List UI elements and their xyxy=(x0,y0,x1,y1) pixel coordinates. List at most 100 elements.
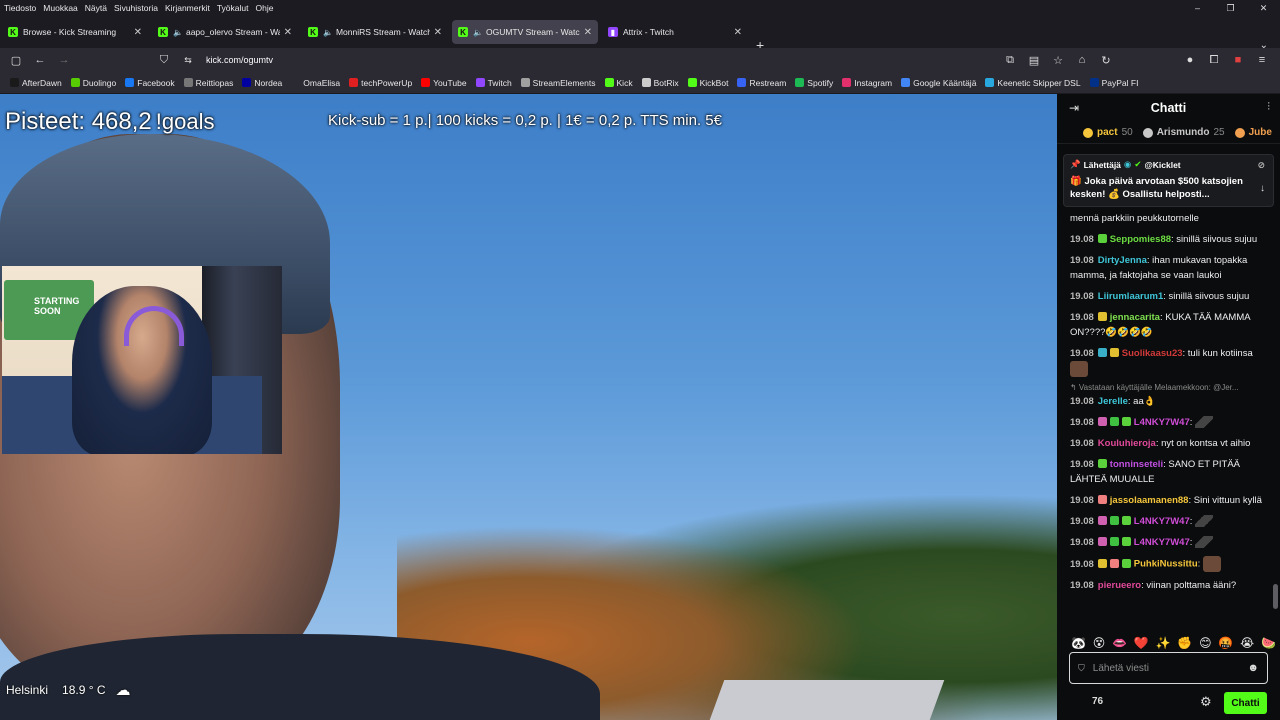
chat-settings-gear-icon[interactable]: ⚙ xyxy=(1200,694,1212,710)
bookmark-item[interactable]: Nordea xyxy=(242,78,282,88)
message-username[interactable]: DirtyJenna xyxy=(1098,255,1147,266)
emote-image-icon xyxy=(1070,361,1088,377)
restore-icon[interactable]: ❐ xyxy=(1214,0,1247,16)
browser-tab[interactable]: K 🔈OGUMTV Stream - Watch Live ✕ xyxy=(452,20,598,44)
sidebar-toggle-icon[interactable]: ▢ xyxy=(4,54,28,67)
close-tab-icon[interactable]: ✕ xyxy=(134,27,142,38)
reader-view-icon[interactable]: ▤ xyxy=(1022,54,1046,67)
bookmark-item[interactable]: Facebook xyxy=(125,78,175,88)
browser-tab[interactable]: K Browse - Kick Streaming ✕ xyxy=(2,20,148,44)
browser-tab[interactable]: K 🔈MonniRS Stream - Watch Live ✕ xyxy=(302,20,448,44)
quick-emote-icon[interactable]: 😵 xyxy=(1093,636,1106,650)
send-chat-button[interactable]: Chatti xyxy=(1224,692,1267,714)
navigation-bar: ▢ ← → ⛉ ⇆ kick.com/ogumtv ⧉ ▤ ☆ ⌂ ↻ ● ⧠ … xyxy=(0,48,1280,72)
chat-input-box[interactable]: ⛉ ☻ xyxy=(1069,652,1268,684)
close-tab-icon[interactable]: ✕ xyxy=(734,27,742,38)
menu-item-0[interactable]: Tiedosto xyxy=(4,3,36,13)
minimize-icon[interactable]: – xyxy=(1181,0,1214,16)
bookmark-item[interactable]: Keenetic Skipper DSL xyxy=(985,78,1081,88)
leaderboard-entry[interactable]: Arismundo 25 xyxy=(1142,127,1225,138)
permissions-icon[interactable]: ⇆ xyxy=(176,55,200,66)
message-username[interactable]: L4NKY7W47 xyxy=(1134,516,1190,527)
moderation-shield-icon[interactable]: ⛉ xyxy=(1078,663,1085,674)
hide-pinned-icon[interactable]: ⊘ xyxy=(1257,160,1265,171)
bookmark-item[interactable]: Twitch xyxy=(475,78,512,88)
chat-scrollbar[interactable] xyxy=(1273,584,1278,609)
bookmark-item[interactable]: BotRix xyxy=(641,78,679,88)
browser-tab[interactable]: K 🔈aapo_olervo Stream - Watch Live ✕ xyxy=(152,20,298,44)
message-username[interactable]: Seppomies88 xyxy=(1110,234,1171,245)
back-button[interactable]: ← xyxy=(28,54,52,66)
quick-emote-icon[interactable]: 🐼 xyxy=(1071,636,1086,650)
app-menu-icon[interactable]: ≡ xyxy=(1250,54,1274,66)
bookmark-item[interactable]: Reittiopas xyxy=(183,78,233,88)
account-icon[interactable]: ● xyxy=(1178,54,1202,66)
message-username[interactable]: jennacarita xyxy=(1110,312,1160,323)
expand-pinned-icon[interactable]: ↓ xyxy=(1260,183,1265,194)
message-username[interactable]: L4NKY7W47 xyxy=(1134,417,1190,428)
bookmark-star-icon[interactable]: ☆ xyxy=(1046,54,1070,67)
bookmark-item[interactable]: Google Kääntäjä xyxy=(901,78,976,88)
menu-item-1[interactable]: Muokkaa xyxy=(43,3,78,13)
menu-item-4[interactable]: Kirjanmerkit xyxy=(165,3,210,13)
message-username[interactable]: Liirumlaarum1 xyxy=(1098,291,1163,302)
close-tab-icon[interactable]: ✕ xyxy=(284,27,292,38)
speaker-icon[interactable]: 🔈 xyxy=(173,28,183,37)
quick-emote-icon[interactable]: ✊ xyxy=(1177,636,1192,650)
chat-users-icon[interactable]: ⫶ xyxy=(1267,101,1270,114)
menu-item-3[interactable]: Sivuhistoria xyxy=(114,3,158,13)
bookmark-item[interactable]: Duolingo xyxy=(70,78,116,88)
pinned-message[interactable]: 📌 Lähettäjä ◉ ✔ @Kicklet ⊘ 🎁 Joka päivä … xyxy=(1063,154,1274,207)
bookmark-item[interactable]: KickBot xyxy=(687,78,728,88)
chat-message-input[interactable] xyxy=(1092,662,1248,674)
close-tab-icon[interactable]: ✕ xyxy=(434,27,442,38)
bookmark-item[interactable]: AfterDawn xyxy=(10,78,62,88)
quick-emote-icon[interactable]: 🤬 xyxy=(1218,636,1233,650)
tracking-shield-icon[interactable]: ⛉ xyxy=(152,54,176,67)
menu-item-6[interactable]: Ohje xyxy=(255,3,273,13)
bookmark-item[interactable]: Kick xyxy=(604,78,633,88)
picture-in-picture-icon[interactable]: ⧉ xyxy=(998,54,1022,67)
quick-emote-icon[interactable]: ✨ xyxy=(1156,636,1171,650)
message-username[interactable]: jassolaamanen88 xyxy=(1110,495,1189,506)
close-tab-icon[interactable]: ✕ xyxy=(584,27,592,38)
bookmark-item[interactable]: YouTube xyxy=(421,78,467,88)
bookmark-item[interactable]: Instagram xyxy=(842,78,892,88)
message-username[interactable]: L4NKY7W47 xyxy=(1134,537,1190,548)
home-icon[interactable]: ⌂ xyxy=(1070,54,1094,66)
forward-button[interactable]: → xyxy=(52,54,76,66)
quick-emote-icon[interactable]: ❤️ xyxy=(1134,636,1149,650)
leaderboard-entry[interactable]: Jube xyxy=(1234,127,1272,138)
quick-emote-icon[interactable]: 😊 xyxy=(1199,636,1212,650)
leaderboard-entry[interactable]: pact 50 xyxy=(1083,127,1133,138)
message-username[interactable]: pierueero xyxy=(1098,580,1141,591)
bookmark-item[interactable]: OmaElisa xyxy=(291,78,340,88)
extensions-icon[interactable]: ⧠ xyxy=(1202,54,1226,67)
url-text[interactable]: kick.com/ogumtv xyxy=(206,55,273,65)
menu-item-5[interactable]: Työkalut xyxy=(217,3,249,13)
message-username[interactable]: PuhkiNussittu xyxy=(1134,559,1198,570)
address-bar[interactable]: ⛉ ⇆ kick.com/ogumtv xyxy=(152,50,992,70)
addon-icon[interactable]: ■ xyxy=(1226,54,1250,66)
bookmark-item[interactable]: Spotify xyxy=(795,78,833,88)
quick-emote-icon[interactable]: 🍉 xyxy=(1261,636,1276,650)
message-username[interactable]: Jerelle xyxy=(1098,396,1128,407)
message-text: : ihan mukavan topakka mamma, ja faktoja… xyxy=(1070,255,1248,281)
bookmark-item[interactable]: StreamElements xyxy=(520,78,596,88)
bookmark-item[interactable]: techPowerUp xyxy=(349,78,412,88)
menu-item-2[interactable]: Näytä xyxy=(85,3,107,13)
speaker-icon[interactable]: 🔈 xyxy=(323,28,333,37)
quick-emote-icon[interactable]: 👄 xyxy=(1112,636,1127,650)
bookmark-item[interactable]: Restream xyxy=(737,78,786,88)
bookmark-item[interactable]: PayPal FI xyxy=(1089,78,1138,88)
reload-icon[interactable]: ↻ xyxy=(1094,54,1118,67)
quick-emote-icon[interactable]: 😭 xyxy=(1240,636,1254,650)
speaker-icon[interactable]: 🔈 xyxy=(473,28,483,37)
collapse-chat-icon[interactable]: ⇥ xyxy=(1069,101,1079,115)
close-window-icon[interactable]: ✕ xyxy=(1247,0,1280,16)
message-username[interactable]: Suolikaasu23 xyxy=(1122,348,1183,359)
message-username[interactable]: Kouluhieroja xyxy=(1098,438,1156,449)
browser-tab[interactable]: ▮ Attrix - Twitch ✕ xyxy=(602,20,748,44)
message-username[interactable]: tonninseteli xyxy=(1110,459,1163,470)
emoji-picker-icon[interactable]: ☻ xyxy=(1247,662,1259,674)
